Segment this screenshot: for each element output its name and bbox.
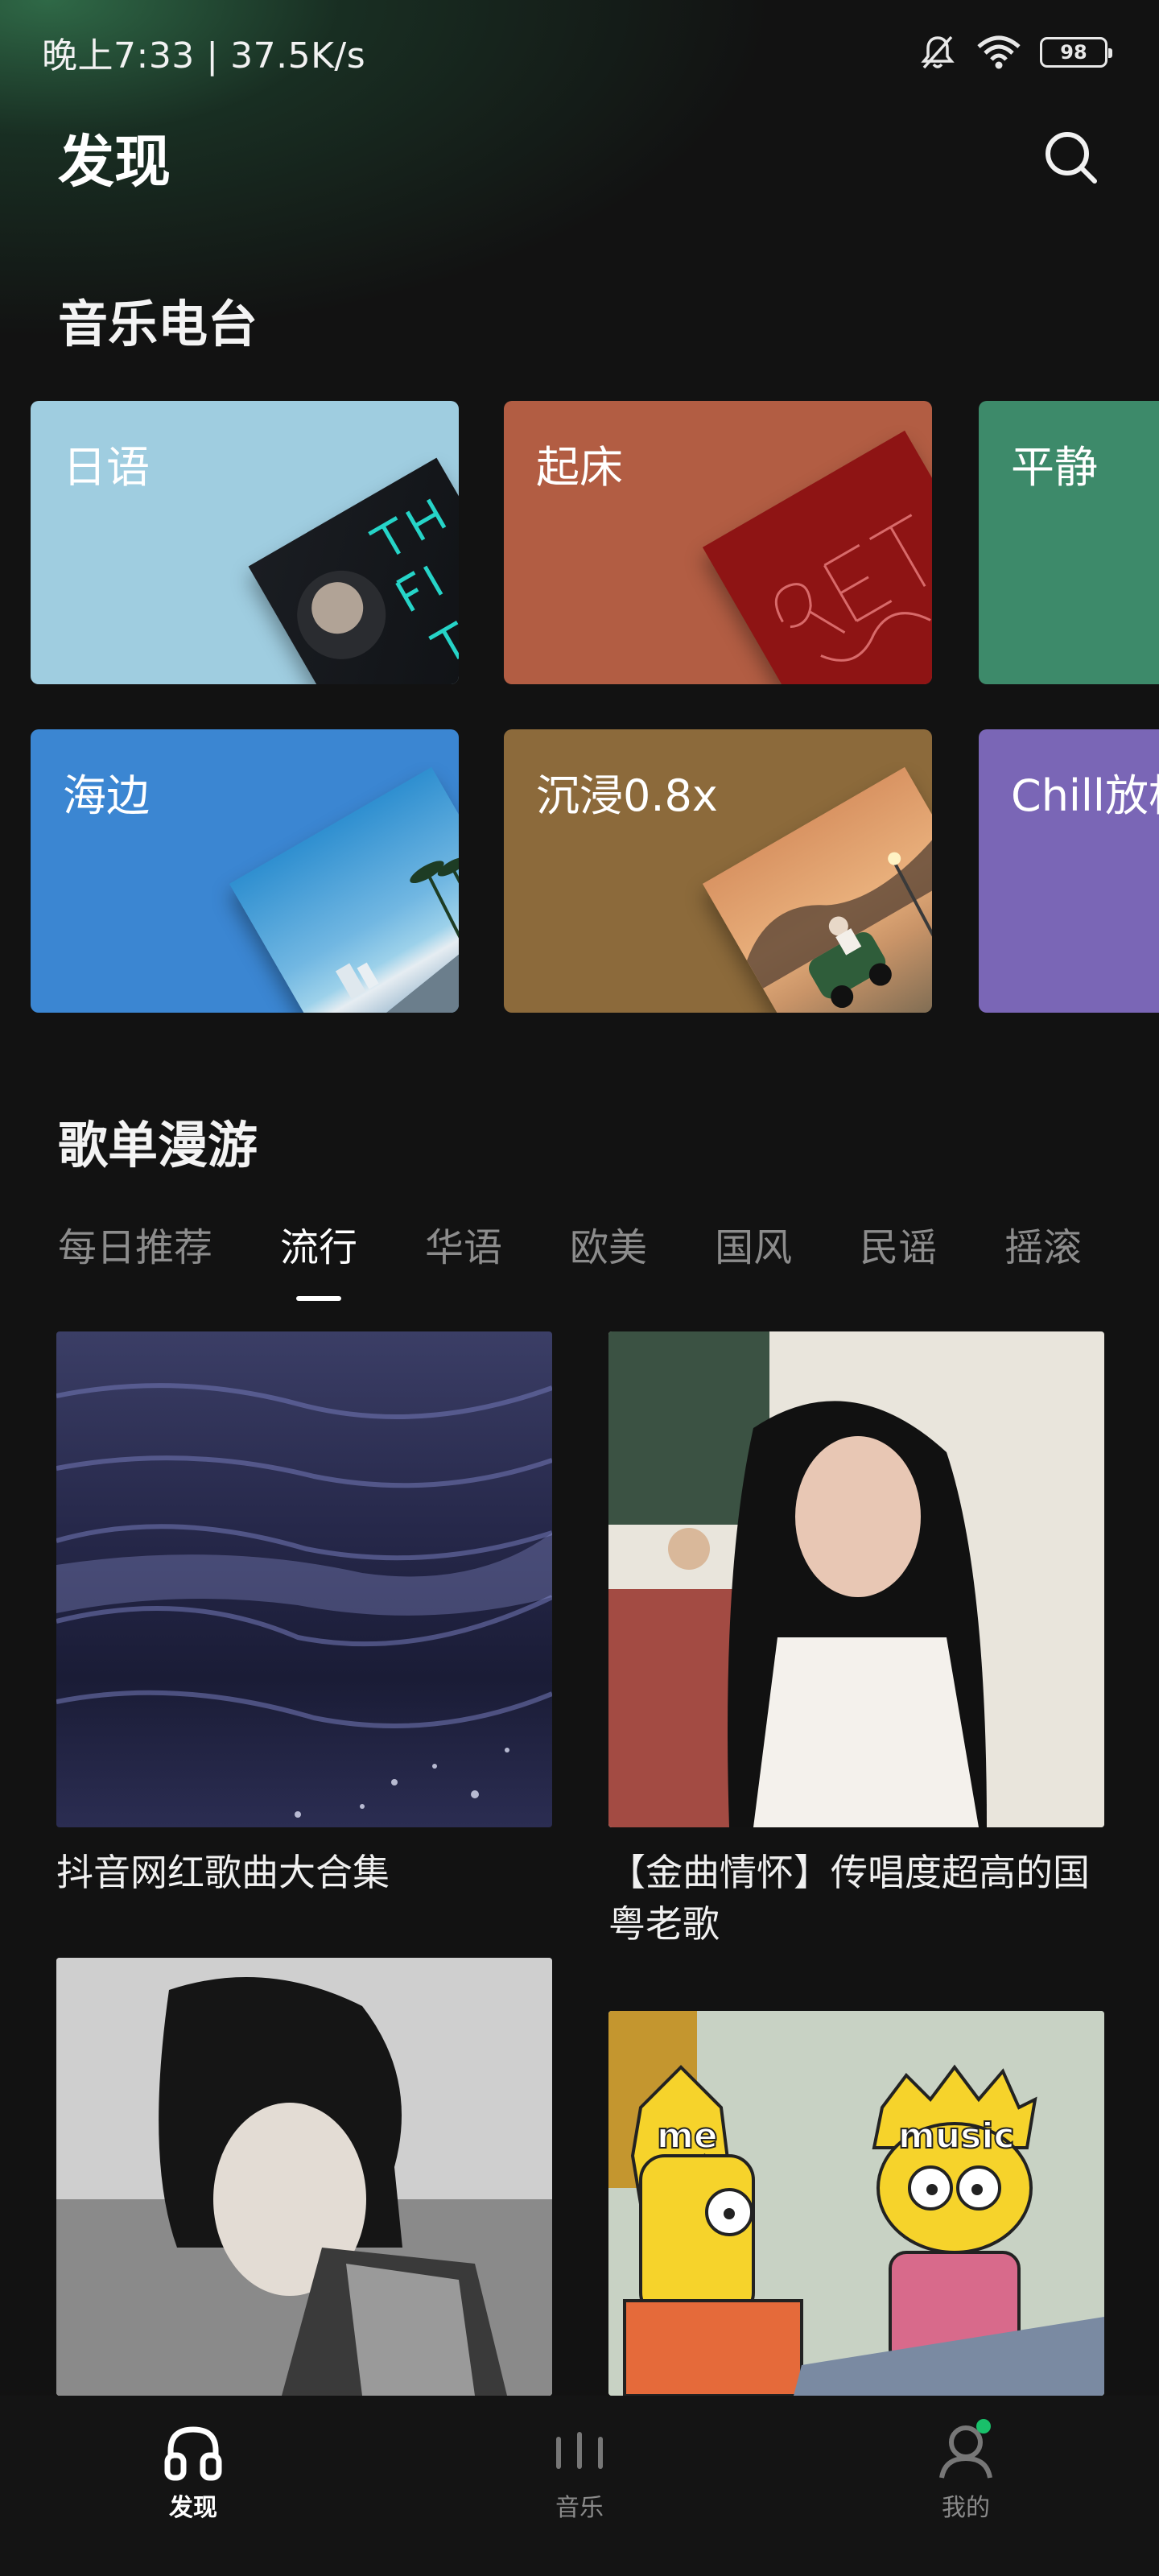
radio-card-label: 海边 (63, 770, 150, 821)
radio-card-label: 平静 (1011, 442, 1098, 493)
bottom-nav: 发现 音乐 我的 (0, 2396, 1159, 2576)
nav-label: 音乐 (555, 2494, 604, 2522)
header: 发现 (0, 113, 1159, 201)
nav-mine[interactable]: 我的 (773, 2396, 1159, 2576)
radio-card-label: 沉浸0.8x (536, 770, 718, 821)
radio-card-calm[interactable]: 平静 (979, 401, 1159, 684)
tab-folk[interactable]: 民谣 (860, 1216, 937, 1272)
radio-card-japanese[interactable]: 日语 (31, 401, 459, 684)
notification-dot (976, 2419, 991, 2434)
radio-section-title: 音乐电台 (58, 295, 258, 353)
status-icons: 98 (918, 32, 1112, 72)
page-title: 发现 (58, 128, 171, 195)
radio-card-label: Chill放松 (1011, 770, 1159, 821)
tab-chinese[interactable]: 华语 (425, 1216, 502, 1272)
playlist-cover[interactable]: me music (608, 2011, 1104, 2396)
radio-cover-art (248, 457, 459, 684)
playlist-cover[interactable] (608, 1331, 1104, 1827)
mute-bell-icon (921, 35, 955, 69)
radio-card-immersive[interactable]: 沉浸0.8x (504, 729, 932, 1013)
wifi-icon (977, 35, 1021, 69)
radio-card-label: 起床 (536, 442, 623, 493)
battery-level: 98 (1060, 41, 1087, 64)
search-icon (1046, 132, 1097, 184)
radio-card-chill[interactable]: Chill放松 (979, 729, 1159, 1013)
status-time-speed: 晚上7:33 | 37.5K/s (42, 35, 366, 76)
tab-daily[interactable]: 每日推荐 (58, 1216, 212, 1272)
status-bar: 晚上7:33 | 37.5K/s 98 (0, 0, 1159, 105)
radio-cover-art (229, 766, 459, 1013)
radio-card-label: 日语 (63, 442, 150, 493)
nav-label: 发现 (169, 2494, 217, 2522)
tab-guofeng[interactable]: 国风 (715, 1216, 792, 1272)
radio-card-wakeup[interactable]: 起床 (504, 401, 932, 684)
tab-rock[interactable]: 摇滚 (1004, 1216, 1082, 1272)
user-icon (939, 2419, 992, 2479)
radio-cover-art (702, 430, 932, 684)
search-button[interactable] (1038, 125, 1103, 189)
playlist-title[interactable]: 【金曲情怀】传唱度超高的国粤老歌 (608, 1847, 1107, 1950)
cover-text-me: me (657, 2116, 718, 2157)
nav-label: 我的 (942, 2494, 990, 2522)
playlist-tabs: 每日推荐 流行 华语 欧美 国风 民谣 摇滚 (58, 1216, 1159, 1296)
headphones-icon (164, 2426, 222, 2481)
radio-cover-art (702, 766, 932, 1013)
nav-music[interactable]: 音乐 (386, 2396, 773, 2576)
playlist-title[interactable]: 抖音网红歌曲大合集 (56, 1847, 555, 1898)
playlist-section-title: 歌单漫游 (58, 1116, 258, 1174)
nav-discover[interactable]: 发现 (0, 2396, 386, 2576)
battery-icon: 98 (1040, 37, 1112, 68)
playlist-cover[interactable] (56, 1958, 552, 2396)
radio-card-seaside[interactable]: 海边 (31, 729, 459, 1013)
playlist-cover[interactable] (56, 1331, 552, 1827)
cover-text-music: music (898, 2116, 1015, 2157)
tab-pop[interactable]: 流行 (280, 1216, 357, 1272)
music-bars-icon (556, 2432, 603, 2469)
tab-western[interactable]: 欧美 (570, 1216, 647, 1272)
